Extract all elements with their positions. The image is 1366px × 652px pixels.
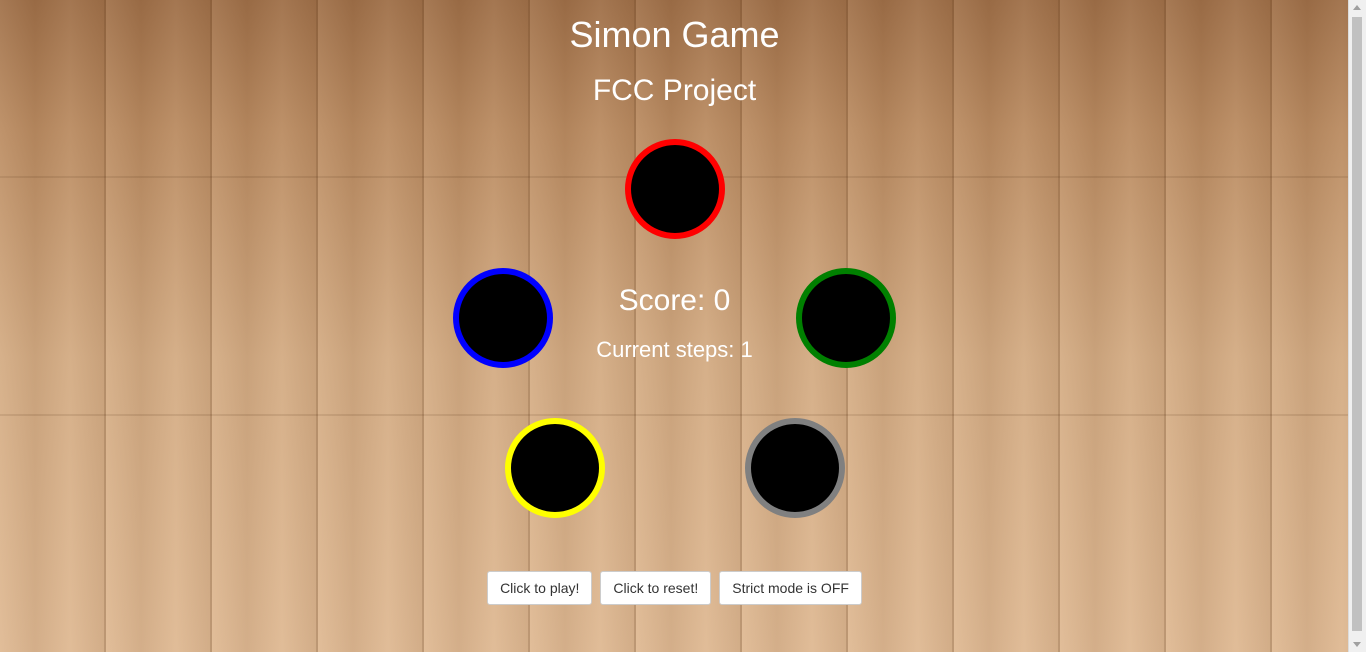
score-display: Score: 0 [618, 284, 731, 317]
strict-mode-toggle[interactable]: Strict mode is OFF [719, 571, 862, 605]
red-pad-button[interactable] [625, 139, 725, 239]
play-button[interactable]: Click to play! [487, 571, 593, 605]
yellow-pad-button[interactable] [505, 418, 605, 518]
controls-bar: Click to play! Click to reset! Strict mo… [0, 571, 1349, 605]
vertical-scrollbar[interactable] [1348, 0, 1366, 652]
page-title: Simon Game [569, 14, 780, 55]
scroll-thumb[interactable] [1352, 17, 1362, 631]
gray-pad-button[interactable] [745, 418, 845, 518]
reset-button[interactable]: Click to reset! [600, 571, 712, 605]
scroll-down-arrow-icon[interactable] [1353, 642, 1361, 647]
page-subtitle: FCC Project [592, 74, 757, 107]
scroll-up-arrow-icon[interactable] [1353, 5, 1361, 10]
current-steps-display: Current steps: 1 [596, 337, 753, 362]
